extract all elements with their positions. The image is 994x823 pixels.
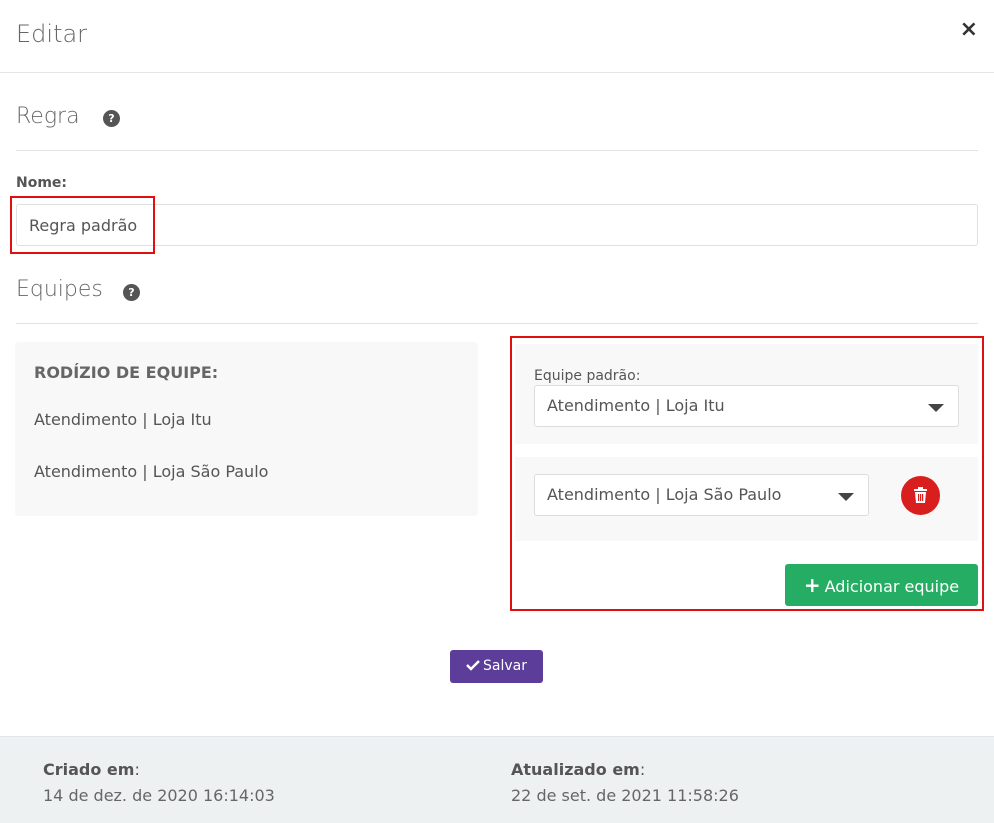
help-icon[interactable]: ?: [123, 284, 140, 301]
caret-down-icon: [838, 493, 854, 501]
check-icon: [466, 660, 480, 671]
name-input[interactable]: [16, 204, 978, 246]
default-team-label: Equipe padrão:: [534, 368, 641, 384]
team-rotation-panel: RODÍZIO DE EQUIPE: Atendimento | Loja It…: [15, 342, 478, 516]
rotation-item: Atendimento | Loja São Paulo: [34, 462, 269, 481]
add-team-button[interactable]: + Adicionar equipe: [785, 564, 978, 606]
team-config-panel: Equipe padrão: Atendimento | Loja Itu At…: [515, 340, 978, 606]
close-icon[interactable]: ×: [960, 18, 978, 42]
default-team-select[interactable]: Atendimento | Loja Itu: [534, 385, 959, 427]
updated-label: Atualizado em:: [511, 760, 646, 779]
extra-team-select[interactable]: Atendimento | Loja São Paulo: [534, 474, 869, 516]
save-button[interactable]: Salvar: [450, 650, 543, 683]
rule-section-title: Regra: [16, 104, 80, 129]
teams-section-title: Equipes: [16, 277, 103, 302]
created-label: Criado em:: [43, 760, 140, 779]
modal-header: Editar ×: [0, 0, 994, 73]
delete-team-button[interactable]: [901, 476, 940, 515]
caret-down-icon: [928, 404, 944, 412]
default-team-row: Equipe padrão: Atendimento | Loja Itu: [515, 344, 978, 444]
created-value: 14 de dez. de 2020 16:14:03: [43, 786, 275, 805]
plus-icon: +: [803, 573, 821, 597]
divider: [16, 323, 978, 324]
add-team-label: Adicionar equipe: [824, 577, 960, 596]
rotation-item: Atendimento | Loja Itu: [34, 410, 212, 429]
rotation-title: RODÍZIO DE EQUIPE:: [34, 363, 219, 382]
help-icon[interactable]: ?: [103, 110, 120, 127]
extra-team-row: Atendimento | Loja São Paulo: [515, 457, 978, 541]
default-team-value: Atendimento | Loja Itu: [547, 396, 725, 415]
name-label: Nome:: [16, 175, 68, 191]
extra-team-value: Atendimento | Loja São Paulo: [547, 485, 782, 504]
updated-value: 22 de set. de 2021 11:58:26: [511, 786, 739, 805]
modal-title: Editar: [16, 20, 88, 48]
modal-footer: Criado em: 14 de dez. de 2020 16:14:03 A…: [0, 736, 994, 823]
trash-icon: [914, 487, 927, 503]
save-label: Salvar: [483, 658, 527, 674]
divider: [16, 150, 978, 151]
